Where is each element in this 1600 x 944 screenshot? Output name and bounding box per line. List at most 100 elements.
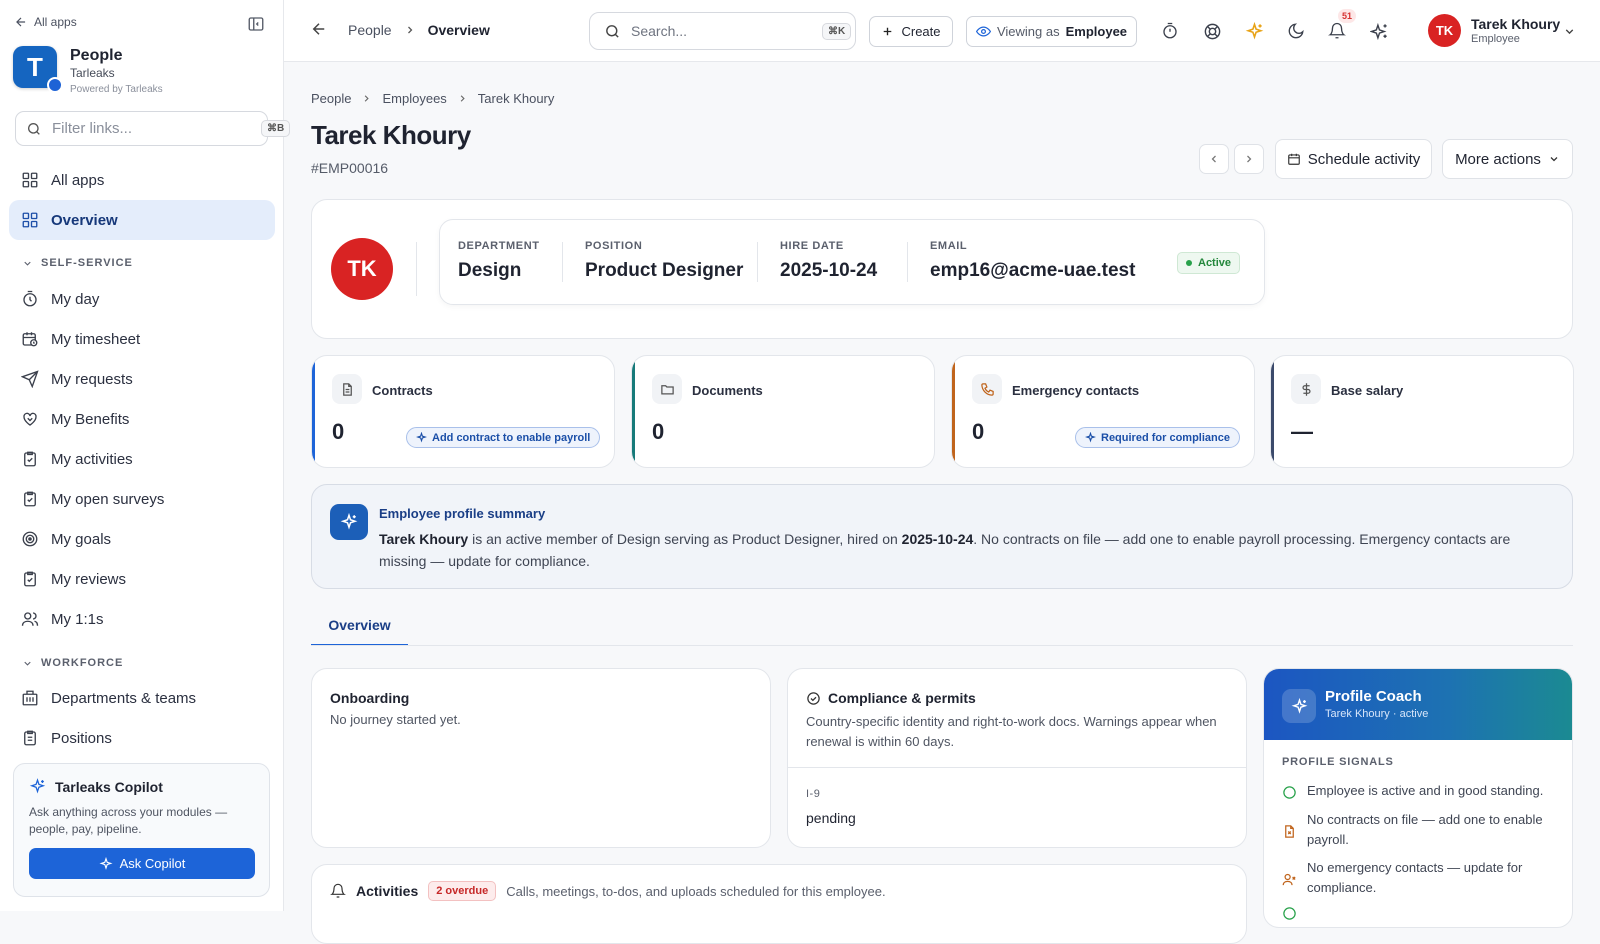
- sidebar-item-my-activities[interactable]: My activities: [9, 439, 275, 479]
- stat-card-contracts[interactable]: Contracts 0 Add contract to enable payro…: [311, 355, 615, 468]
- sidebar-item-label: My day: [51, 290, 100, 308]
- moon-icon[interactable]: [1286, 21, 1306, 41]
- sidebar-item-my-goals[interactable]: My goals: [9, 519, 275, 559]
- sidebar-item-label: Overview: [51, 211, 118, 229]
- grid-icon: [21, 211, 39, 229]
- next-record-button[interactable]: [1234, 144, 1264, 174]
- sidebar-item-my-reviews[interactable]: My reviews: [9, 559, 275, 599]
- sparkle-icon[interactable]: [1244, 21, 1264, 41]
- breadcrumb-employees[interactable]: Employees: [382, 91, 446, 106]
- bell-icon: [330, 883, 346, 899]
- stat-card-documents[interactable]: Documents 0: [631, 355, 935, 468]
- ask-copilot-button[interactable]: Ask Copilot: [29, 848, 255, 879]
- more-actions-button[interactable]: More actions: [1442, 139, 1573, 179]
- brand: T People Tarleaks Powered by Tarleaks: [13, 46, 163, 95]
- stat-value: 0: [332, 419, 345, 444]
- breadcrumb-current: Overview: [427, 22, 490, 38]
- schedule-activity-button[interactable]: Schedule activity: [1275, 139, 1432, 179]
- calendar-icon: [1287, 152, 1301, 166]
- user-avatar[interactable]: TK: [1428, 14, 1461, 47]
- employee-id: #EMP00016: [311, 160, 389, 176]
- page-title: Tarek Khoury: [311, 120, 471, 150]
- section-workforce[interactable]: WORKFORCE: [22, 657, 123, 669]
- sidebar-item-overview[interactable]: Overview: [9, 200, 275, 240]
- sidebar-item-label: My activities: [51, 450, 133, 468]
- sidebar-item-my-timesheet[interactable]: My timesheet: [9, 319, 275, 359]
- stat-card-emergency-contacts[interactable]: Emergency contacts 0 Required for compli…: [951, 355, 1255, 468]
- search-input[interactable]: [631, 23, 812, 39]
- tab-overview[interactable]: Overview: [311, 612, 408, 646]
- signals-label: PROFILE SIGNALS: [1282, 756, 1394, 768]
- signal-item: [1282, 906, 1562, 921]
- section-label: WORKFORCE: [41, 657, 124, 669]
- status-badge: Active: [1177, 252, 1241, 274]
- copilot-description: Ask anything across your modules — peopl…: [29, 805, 228, 836]
- heart-hand-icon: [21, 410, 39, 428]
- chevron-right-icon: [404, 24, 416, 36]
- breadcrumb-people[interactable]: People: [311, 91, 351, 106]
- sidebar: All apps T People Tarleaks Powered by Ta…: [0, 0, 291, 911]
- sidebar-item-all-apps[interactable]: All apps: [9, 160, 275, 200]
- previous-record-button[interactable]: [1199, 144, 1229, 174]
- add-contract-pill[interactable]: Add contract to enable payroll: [406, 427, 601, 448]
- sparkle-icon: [29, 778, 46, 795]
- dollar-icon: [1299, 382, 1314, 397]
- compliance-panel: Compliance & permits Country-specific id…: [787, 668, 1247, 848]
- section-self-service[interactable]: SELF-SERVICE: [22, 257, 133, 269]
- target-icon: [21, 530, 39, 548]
- required-compliance-pill[interactable]: Required for compliance: [1075, 427, 1240, 448]
- chevron-right-icon: [457, 93, 468, 104]
- stat-card-base-salary[interactable]: Base salary —: [1270, 355, 1574, 468]
- sidebar-item-positions[interactable]: Positions: [9, 718, 275, 758]
- sidebar-item-label: My 1:1s: [51, 610, 104, 628]
- sparkle-icon: [340, 513, 358, 531]
- stat-title: Contracts: [372, 383, 433, 398]
- sidebar-item-label: My open surveys: [51, 490, 165, 508]
- sidebar-item-departments-teams[interactable]: Departments & teams: [9, 678, 275, 718]
- timer-icon[interactable]: [1160, 21, 1180, 41]
- bell-icon[interactable]: [1327, 21, 1347, 41]
- clipboard-check-icon: [21, 450, 39, 468]
- sidebar-item-my-requests[interactable]: My requests: [9, 359, 275, 399]
- chevron-down-icon[interactable]: [1563, 25, 1576, 38]
- stopwatch-icon: [21, 290, 39, 308]
- sidebar-collapse-icon[interactable]: [246, 14, 266, 34]
- check-circle-icon: [806, 691, 821, 706]
- grid-icon: [21, 171, 39, 189]
- chevron-right-icon: [361, 93, 372, 104]
- user-x-icon: [1282, 860, 1297, 898]
- sidebar-item-my-1on1s[interactable]: My 1:1s: [9, 599, 275, 639]
- circle-icon: [1282, 906, 1297, 921]
- overdue-badge[interactable]: 2 overdue: [428, 881, 497, 901]
- chevron-right-icon: [1243, 153, 1255, 165]
- magic-sparkles-icon[interactable]: [1369, 21, 1389, 41]
- filter-links-input[interactable]: [52, 120, 251, 137]
- user-name[interactable]: Tarek Khoury: [1471, 16, 1560, 32]
- compliance-subtitle: Country-specific identity and right-to-w…: [806, 714, 1217, 749]
- field-position: POSITION Product Designer: [585, 240, 744, 281]
- notification-badge: 51: [1338, 9, 1357, 23]
- onboarding-title: Onboarding: [330, 690, 410, 706]
- sidebar-item-my-open-surveys[interactable]: My open surveys: [9, 479, 275, 519]
- sidebar-item-my-day[interactable]: My day: [9, 279, 275, 319]
- activities-panel: Activities 2 overdue Calls, meetings, to…: [311, 864, 1247, 944]
- doc-status: pending: [806, 810, 856, 826]
- document-icon: [340, 382, 355, 397]
- profile-coach-panel: Profile Coach Tarek Khoury · active PROF…: [1263, 668, 1573, 928]
- create-button[interactable]: Create: [869, 16, 953, 47]
- support-icon[interactable]: [1202, 21, 1222, 41]
- coach-subtitle: Tarek Khoury · active: [1325, 708, 1429, 720]
- user-role: Employee: [1471, 33, 1520, 45]
- clipboard-check-icon: [21, 570, 39, 588]
- all-apps-back-link[interactable]: All apps: [14, 15, 77, 29]
- stat-title: Base salary: [1331, 383, 1404, 398]
- breadcrumb-people[interactable]: People: [348, 22, 392, 38]
- sidebar-item-my-benefits[interactable]: My Benefits: [9, 399, 275, 439]
- search-icon: [604, 23, 621, 40]
- users-icon: [21, 610, 39, 628]
- viewing-as-button[interactable]: Viewing as Employee: [966, 16, 1137, 47]
- brand-title: People: [70, 47, 123, 64]
- clipboard-icon: [21, 729, 39, 747]
- back-arrow-icon[interactable]: [310, 20, 328, 38]
- activities-title: Activities: [356, 883, 419, 899]
